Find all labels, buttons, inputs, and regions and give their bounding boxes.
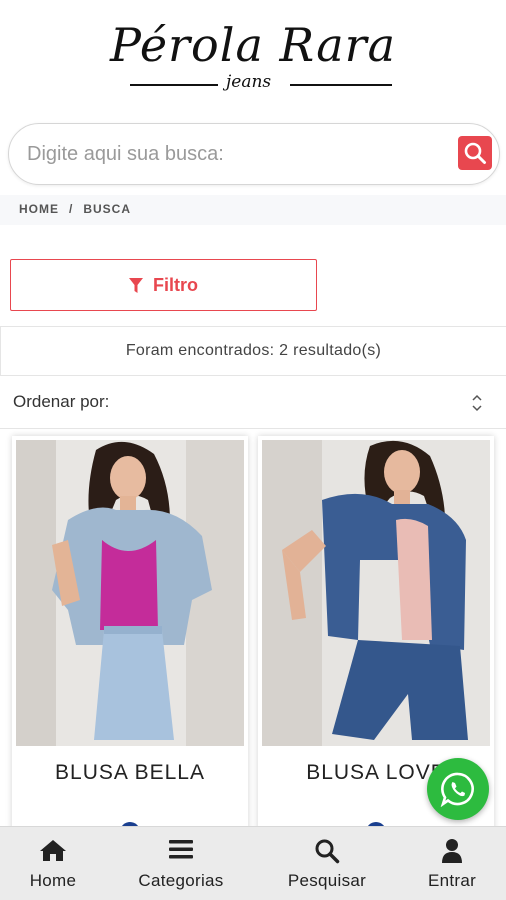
app-root: Pérola Rara jeans HOME / BUSCA Filtro Fora… xyxy=(0,0,506,900)
nav-search[interactable]: Pesquisar xyxy=(256,827,398,900)
breadcrumb-current: BUSCA xyxy=(83,202,132,216)
product-photo-love xyxy=(262,440,490,746)
product-card[interactable]: BLUSA BELLA xyxy=(12,436,248,836)
nav-login-label: Entrar xyxy=(427,871,477,890)
breadcrumb-separator: / xyxy=(69,202,74,216)
nav-categories-label: Categorias xyxy=(138,871,224,890)
breadcrumb: HOME / BUSCA xyxy=(0,195,506,225)
product-photo-bella xyxy=(16,440,244,746)
filter-button[interactable]: Filtro xyxy=(10,259,317,311)
user-icon xyxy=(442,839,462,863)
nav-categories[interactable]: Categorias xyxy=(106,827,256,900)
brand-logo[interactable]: Pérola Rara jeans xyxy=(0,14,506,104)
search-input[interactable] xyxy=(27,138,447,170)
nav-search-label: Pesquisar xyxy=(287,871,367,890)
brand-name: Pérola Rara xyxy=(109,18,397,72)
sort-label: Ordenar por: xyxy=(13,392,110,411)
product-image[interactable] xyxy=(16,440,244,746)
whatsapp-icon xyxy=(440,772,474,807)
nav-login[interactable]: Entrar xyxy=(398,827,506,900)
bottom-navigation: Home Categorias Pesquisar Entrar xyxy=(0,826,506,900)
filter-label: Filtro xyxy=(153,275,198,295)
filter-icon xyxy=(129,278,143,293)
nav-home[interactable]: Home xyxy=(0,827,106,900)
search-bar xyxy=(8,123,500,185)
logo-divider-left xyxy=(130,84,218,86)
whatsapp-button[interactable] xyxy=(427,758,489,820)
sort-select[interactable]: Ordenar por: xyxy=(0,377,506,429)
home-icon xyxy=(40,840,66,861)
menu-icon xyxy=(169,840,193,859)
search-button[interactable] xyxy=(458,136,492,170)
nav-home-label: Home xyxy=(29,871,77,890)
logo-divider-right xyxy=(290,84,392,86)
brand-subtitle-row: jeans xyxy=(130,72,392,96)
product-image[interactable] xyxy=(262,440,490,746)
search-icon xyxy=(464,142,486,164)
breadcrumb-home[interactable]: HOME xyxy=(19,195,59,223)
product-name[interactable]: BLUSA BELLA xyxy=(12,761,248,785)
brand-subtitle: jeans xyxy=(226,72,272,92)
search-icon xyxy=(315,839,340,864)
results-count: Foram encontrados: 2 resultado(s) xyxy=(0,326,506,376)
sort-arrows-icon xyxy=(472,394,482,412)
